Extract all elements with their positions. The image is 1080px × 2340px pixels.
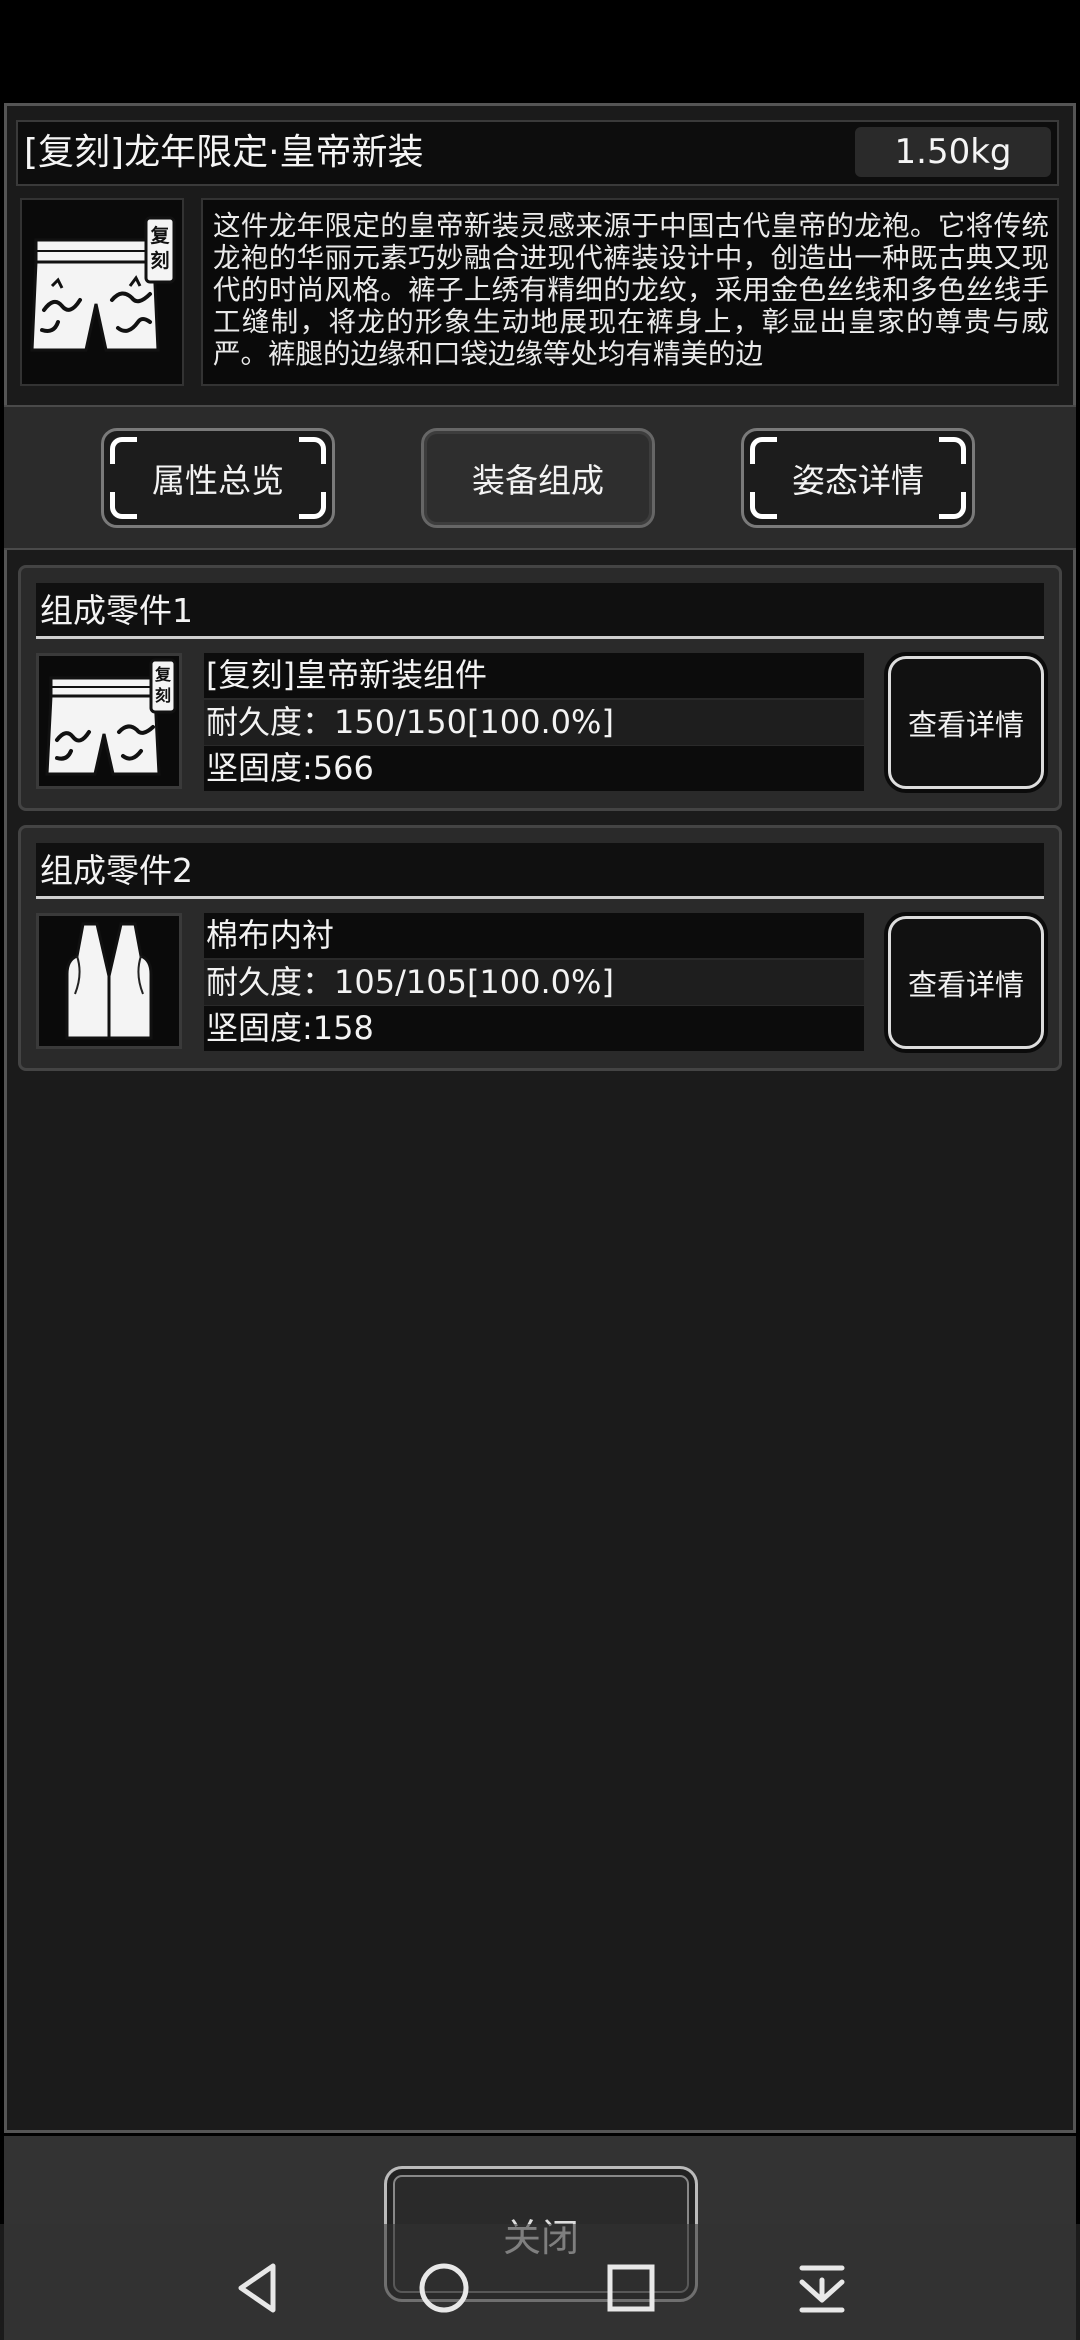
view-details-button[interactable]: 查看详情 bbox=[888, 656, 1044, 789]
back-icon[interactable] bbox=[221, 2252, 293, 2324]
view-details-label: 查看详情 bbox=[907, 707, 1024, 742]
home-icon[interactable] bbox=[408, 2252, 480, 2324]
tab-equipment-composition[interactable]: 装备组成 bbox=[421, 428, 655, 528]
item-description-box[interactable]: 这件龙年限定的皇帝新装灵感来源于中国古代皇帝的龙袍。它将传统龙袍的华丽元素巧妙融… bbox=[201, 198, 1059, 386]
repro-badge-text: 复刻 bbox=[150, 225, 170, 272]
component-hardness: 坚固度:566 bbox=[204, 746, 864, 791]
tab-label: 姿态详情 bbox=[792, 461, 924, 500]
item-weight: 1.50kg bbox=[855, 127, 1051, 177]
tab-label: 属性总览 bbox=[152, 461, 284, 500]
vest-icon bbox=[65, 922, 153, 1040]
tab-label: 装备组成 bbox=[472, 461, 604, 500]
component-hardness: 坚固度:158 bbox=[204, 1006, 864, 1051]
item-title: [复刻]龙年限定·皇帝新装 bbox=[24, 132, 424, 173]
component-durability: 耐久度：105/105[100.0%] bbox=[204, 960, 864, 1005]
view-details-label: 查看详情 bbox=[907, 967, 1024, 1002]
tab-attribute-overview[interactable]: 属性总览 bbox=[101, 428, 335, 528]
component-icon-frame bbox=[36, 913, 182, 1049]
system-nav-bar bbox=[0, 2224, 1080, 2340]
component-icon-frame: 复刻 bbox=[36, 653, 182, 789]
component-name: 棉布内衬 bbox=[204, 913, 864, 958]
item-description: 这件龙年限定的皇帝新装灵感来源于中国古代皇帝的龙袍。它将传统龙袍的华丽元素巧妙融… bbox=[213, 210, 1049, 370]
tab-stance-details[interactable]: 姿态详情 bbox=[741, 428, 975, 528]
repro-badge-text: 复刻 bbox=[154, 665, 171, 705]
dropdown-icon[interactable] bbox=[786, 2252, 858, 2324]
component-header: 组成零件2 bbox=[36, 843, 1044, 899]
component-durability: 耐久度：150/150[100.0%] bbox=[204, 700, 864, 745]
component-header: 组成零件1 bbox=[36, 583, 1044, 639]
view-details-button[interactable]: 查看详情 bbox=[888, 916, 1044, 1049]
component-name: [复刻]皇帝新装组件 bbox=[204, 653, 864, 698]
item-icon-frame: 复刻 bbox=[20, 198, 184, 386]
recents-icon[interactable] bbox=[595, 2252, 667, 2324]
